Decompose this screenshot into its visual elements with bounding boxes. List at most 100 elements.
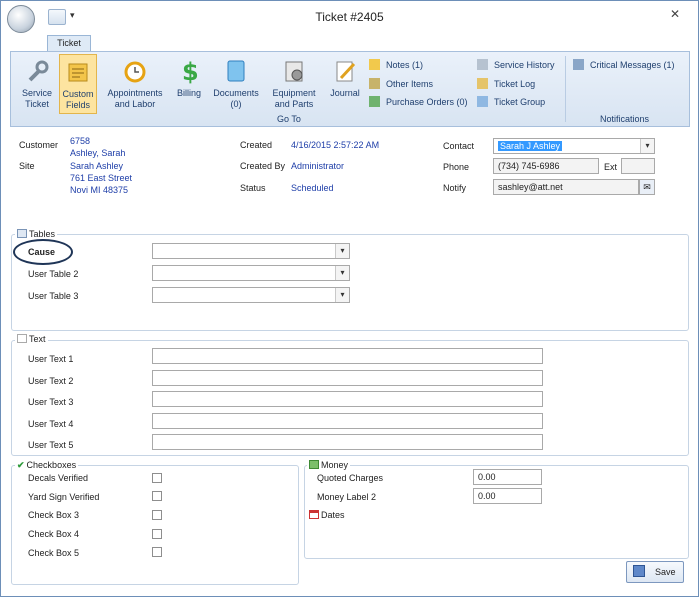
critical-messages-label: Critical Messages (1) — [590, 60, 675, 70]
contact-label: Contact — [443, 141, 475, 151]
customer-name-link[interactable]: Ashley, Sarah — [70, 148, 125, 159]
chevron-down-icon[interactable]: ▾ — [335, 244, 349, 258]
yard-sign-verified-checkbox[interactable] — [152, 491, 162, 501]
checkboxes-title: ✔ Checkboxes — [15, 460, 79, 471]
user-text-1-field[interactable] — [152, 348, 543, 364]
money-label-2-label: Money Label 2 — [317, 492, 377, 502]
checkboxes-title-text: Checkboxes — [26, 460, 77, 470]
appointments-button[interactable]: Appointments and Labor — [103, 58, 167, 114]
appointments-label-2: and Labor — [114, 99, 156, 109]
decals-verified-checkbox[interactable] — [152, 473, 162, 483]
document-icon — [227, 60, 245, 82]
equipment-icon — [285, 61, 303, 82]
critical-messages-button[interactable]: Critical Messages (1) — [573, 58, 675, 72]
check-box-3-label: Check Box 3 — [28, 510, 80, 520]
custom-fields-icon — [68, 63, 88, 82]
user-table-2-select[interactable]: ▾ — [152, 265, 350, 281]
notes-icon — [369, 59, 380, 70]
check-box-4-checkbox[interactable] — [152, 529, 162, 539]
save-label: Save — [655, 567, 676, 577]
user-table-3-select[interactable]: ▾ — [152, 287, 350, 303]
service-history-icon — [477, 59, 488, 70]
user-text-3-field[interactable] — [152, 391, 543, 407]
site-name-link[interactable]: Sarah Ashley — [70, 161, 123, 172]
tables-section — [11, 234, 689, 331]
chevron-down-icon[interactable]: ▾ — [335, 266, 349, 280]
equipment-label-2: and Parts — [274, 99, 314, 109]
user-text-1-label: User Text 1 — [28, 354, 74, 364]
wrench-icon — [28, 60, 49, 82]
highlight-annotation — [13, 239, 73, 265]
chevron-down-icon[interactable]: ▾ — [640, 139, 654, 153]
notifications-group-label: Notifications — [600, 114, 650, 124]
status-value: Scheduled — [291, 183, 334, 193]
user-text-4-label: User Text 4 — [28, 419, 74, 429]
user-text-2-label: User Text 2 — [28, 376, 74, 386]
notify-field[interactable]: sashley@att.net — [493, 179, 639, 195]
user-text-2-field[interactable] — [152, 370, 543, 386]
svg-text:$: $ — [182, 58, 199, 84]
text-icon — [17, 334, 27, 343]
site-label: Site — [19, 161, 35, 171]
journal-icon — [336, 61, 356, 82]
user-text-4-field[interactable] — [152, 413, 543, 429]
ticket-group-icon — [477, 96, 488, 107]
contact-value: Sarah J Ashley — [498, 141, 563, 151]
user-text-5-label: User Text 5 — [28, 440, 74, 450]
created-label: Created — [240, 140, 273, 150]
messages-icon — [573, 59, 584, 70]
email-icon[interactable]: ✉ — [639, 179, 655, 195]
ticket-group-button[interactable]: Ticket Group — [477, 95, 545, 109]
user-table-2-label: User Table 2 — [28, 269, 79, 279]
other-items-button[interactable]: Other Items — [369, 77, 433, 91]
documents-label-2: (0) — [230, 99, 242, 109]
purchase-orders-button[interactable]: Purchase Orders (0) — [369, 95, 468, 109]
service-history-label: Service History — [494, 60, 555, 70]
created-value: 4/16/2015 2:57:22 AM — [291, 140, 380, 150]
purchase-orders-label: Purchase Orders (0) — [386, 97, 468, 107]
window-title: Ticket #2405 — [315, 10, 384, 24]
money-label-2-field[interactable]: 0.00 — [473, 488, 542, 504]
service-history-button[interactable]: Service History — [477, 58, 555, 72]
dollar-icon: $ — [182, 58, 199, 84]
check-box-3-checkbox[interactable] — [152, 510, 162, 520]
check-box-5-checkbox[interactable] — [152, 547, 162, 557]
chevron-down-icon[interactable]: ▾ — [335, 288, 349, 302]
ticket-group-label: Ticket Group — [494, 97, 546, 107]
ticket-log-label: Ticket Log — [494, 79, 536, 89]
cause-select[interactable]: ▾ — [152, 243, 350, 259]
custom-fields-button[interactable]: Custom Fields — [59, 54, 97, 114]
save-button[interactable]: Save — [626, 561, 684, 583]
money-title: Money — [307, 460, 351, 470]
tables-title: Tables — [15, 229, 58, 239]
site-street: 761 East Street — [70, 173, 133, 183]
notify-label: Notify — [443, 183, 467, 193]
table-icon — [17, 229, 27, 238]
notes-button[interactable]: Notes (1) — [369, 58, 423, 72]
quoted-charges-label: Quoted Charges — [317, 473, 384, 483]
check-box-4-label: Check Box 4 — [28, 529, 80, 539]
money-icon — [309, 460, 319, 469]
ext-field[interactable] — [621, 158, 655, 174]
quoted-charges-field[interactable]: 0.00 — [473, 469, 542, 485]
phone-label: Phone — [443, 162, 470, 172]
service-ticket-button[interactable]: Service Ticket — [15, 58, 59, 114]
tab-ticket[interactable]: Ticket — [47, 35, 91, 52]
journal-button[interactable]: Journal — [325, 58, 365, 114]
phone-field[interactable]: (734) 745-6986 — [493, 158, 599, 174]
yard-sign-verified-label: Yard Sign Verified — [28, 492, 100, 502]
ribbon-tabs: Ticket — [1, 33, 698, 52]
equipment-parts-button[interactable]: Equipment and Parts — [267, 58, 321, 114]
service-ticket-label: Service — [21, 88, 52, 98]
ticket-window: ▾ Ticket #2405 ✕ Ticket Service Ticket C… — [0, 0, 699, 597]
documents-button[interactable]: Documents (0) — [211, 58, 261, 114]
close-icon[interactable]: ✕ — [670, 7, 680, 21]
ticket-log-button[interactable]: Ticket Log — [477, 77, 535, 91]
custom-fields-label-2: Fields — [65, 100, 90, 110]
contact-select[interactable]: Sarah J Ashley ▾ — [493, 138, 655, 154]
customer-id-link[interactable]: 6758 — [70, 136, 90, 147]
text-title: Text — [15, 334, 48, 344]
billing-button[interactable]: $ Billing — [171, 58, 207, 114]
user-text-5-field[interactable] — [152, 434, 543, 450]
user-text-3-label: User Text 3 — [28, 397, 74, 407]
